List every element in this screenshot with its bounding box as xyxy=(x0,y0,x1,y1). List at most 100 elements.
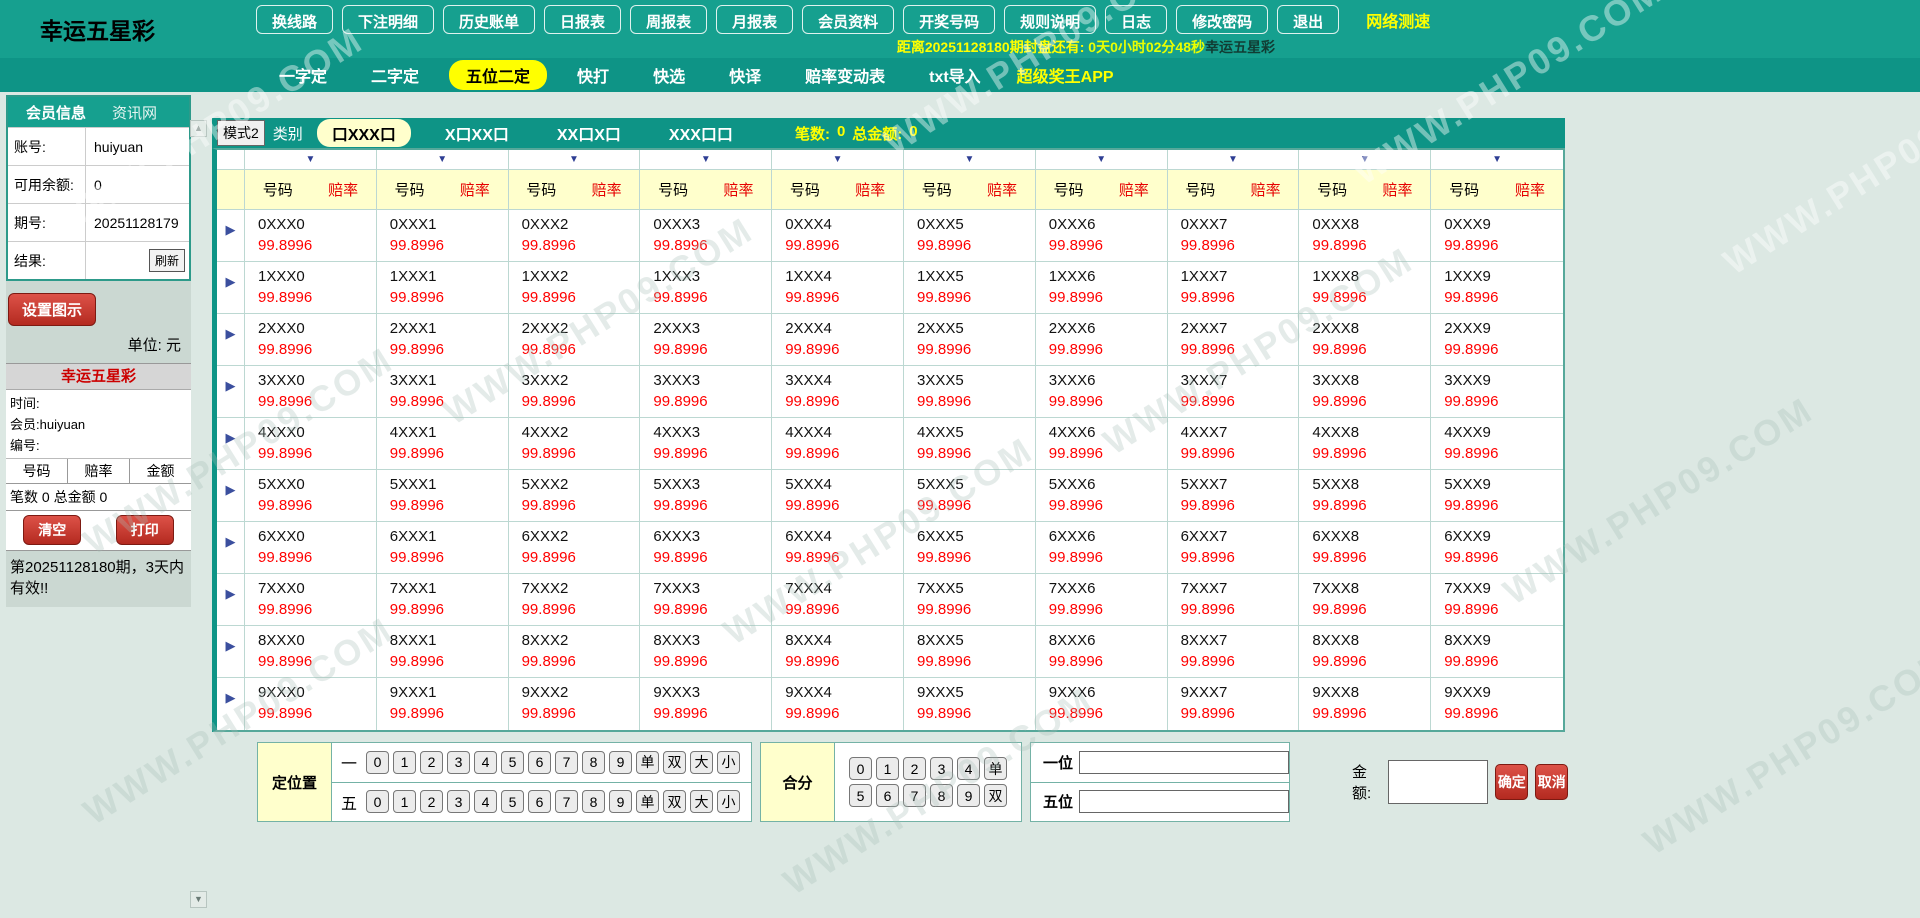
nav-tab-快打[interactable]: 快打 xyxy=(563,60,623,90)
bet-cell-6XXX8[interactable]: 6XXX899.8996 xyxy=(1299,522,1431,574)
confirm-button[interactable]: 确定 xyxy=(1495,764,1528,800)
column-filter-cell[interactable]: ▼ xyxy=(1299,150,1431,170)
bet-cell-8XXX5[interactable]: 8XXX599.8996 xyxy=(904,626,1036,678)
bet-cell-6XXX2[interactable]: 6XXX299.8996 xyxy=(509,522,641,574)
bet-cell-8XXX7[interactable]: 8XXX799.8996 xyxy=(1168,626,1300,678)
bet-cell-5XXX2[interactable]: 5XXX299.8996 xyxy=(509,470,641,522)
bet-cell-3XXX9[interactable]: 3XXX999.8996 xyxy=(1431,366,1563,418)
bet-cell-4XXX4[interactable]: 4XXX499.8996 xyxy=(772,418,904,470)
tab-news[interactable]: 资讯网 xyxy=(112,102,157,123)
mode-button[interactable]: 模式2 xyxy=(217,120,265,146)
position-一-button-大[interactable]: 大 xyxy=(690,751,713,774)
bet-cell-2XXX4[interactable]: 2XXX499.8996 xyxy=(772,314,904,366)
bet-cell-3XXX8[interactable]: 3XXX899.8996 xyxy=(1299,366,1431,418)
bet-cell-5XXX0[interactable]: 5XXX099.8996 xyxy=(245,470,377,522)
bet-cell-4XXX5[interactable]: 4XXX599.8996 xyxy=(904,418,1036,470)
bet-cell-7XXX4[interactable]: 7XXX499.8996 xyxy=(772,574,904,626)
bet-cell-1XXX6[interactable]: 1XXX699.8996 xyxy=(1036,262,1168,314)
amount-input[interactable] xyxy=(1388,760,1488,804)
sum-button-6[interactable]: 6 xyxy=(876,784,899,807)
bet-cell-4XXX9[interactable]: 4XXX999.8996 xyxy=(1431,418,1563,470)
bet-cell-1XXX4[interactable]: 1XXX499.8996 xyxy=(772,262,904,314)
position-五-button-0[interactable]: 0 xyxy=(366,790,389,813)
bet-cell-0XXX6[interactable]: 0XXX699.8996 xyxy=(1036,210,1168,262)
position-一-button-8[interactable]: 8 xyxy=(582,751,605,774)
print-button[interactable]: 打印 xyxy=(116,515,174,545)
nav-tab-五位二定[interactable]: 五位二定 xyxy=(449,60,547,90)
bet-cell-2XXX9[interactable]: 2XXX999.8996 xyxy=(1431,314,1563,366)
position-一-button-双[interactable]: 双 xyxy=(663,751,686,774)
row-marker-cell[interactable]: ▶ xyxy=(217,470,245,522)
menu-button-日报表[interactable]: 日报表 xyxy=(544,5,621,34)
position-一-button-0[interactable]: 0 xyxy=(366,751,389,774)
bet-cell-5XXX1[interactable]: 5XXX199.8996 xyxy=(377,470,509,522)
bet-cell-0XXX0[interactable]: 0XXX099.8996 xyxy=(245,210,377,262)
bet-cell-6XXX3[interactable]: 6XXX399.8996 xyxy=(640,522,772,574)
bet-cell-2XXX1[interactable]: 2XXX199.8996 xyxy=(377,314,509,366)
bet-cell-0XXX3[interactable]: 0XXX399.8996 xyxy=(640,210,772,262)
bet-cell-7XXX3[interactable]: 7XXX399.8996 xyxy=(640,574,772,626)
bet-cell-0XXX1[interactable]: 0XXX199.8996 xyxy=(377,210,509,262)
bet-cell-0XXX4[interactable]: 0XXX499.8996 xyxy=(772,210,904,262)
position-五-button-4[interactable]: 4 xyxy=(474,790,497,813)
position-五-button-6[interactable]: 6 xyxy=(528,790,551,813)
position-一-button-1[interactable]: 1 xyxy=(393,751,416,774)
set-image-button[interactable]: 设置图示 xyxy=(8,293,96,326)
column-filter-cell[interactable]: ▼ xyxy=(1431,150,1563,170)
bet-cell-3XXX3[interactable]: 3XXX399.8996 xyxy=(640,366,772,418)
bet-cell-8XXX4[interactable]: 8XXX499.8996 xyxy=(772,626,904,678)
sum-button-8[interactable]: 8 xyxy=(930,784,953,807)
bet-cell-9XXX6[interactable]: 9XXX699.8996 xyxy=(1036,678,1168,730)
bet-cell-5XXX8[interactable]: 5XXX899.8996 xyxy=(1299,470,1431,522)
bet-cell-8XXX0[interactable]: 8XXX099.8996 xyxy=(245,626,377,678)
bet-cell-9XXX4[interactable]: 9XXX499.8996 xyxy=(772,678,904,730)
bet-cell-5XXX6[interactable]: 5XXX699.8996 xyxy=(1036,470,1168,522)
bet-cell-6XXX4[interactable]: 6XXX499.8996 xyxy=(772,522,904,574)
bet-cell-0XXX8[interactable]: 0XXX899.8996 xyxy=(1299,210,1431,262)
nav-tab-一字定[interactable]: 一字定 xyxy=(265,60,341,90)
bet-cell-8XXX2[interactable]: 8XXX299.8996 xyxy=(509,626,641,678)
bet-cell-7XXX6[interactable]: 7XXX699.8996 xyxy=(1036,574,1168,626)
menu-button-退出[interactable]: 退出 xyxy=(1277,5,1339,34)
menu-button-修改密码[interactable]: 修改密码 xyxy=(1176,5,1268,34)
bet-cell-1XXX5[interactable]: 1XXX599.8996 xyxy=(904,262,1036,314)
column-filter-cell[interactable]: ▼ xyxy=(245,150,377,170)
position-五-button-2[interactable]: 2 xyxy=(420,790,443,813)
bet-cell-5XXX9[interactable]: 5XXX999.8996 xyxy=(1431,470,1563,522)
bet-cell-4XXX6[interactable]: 4XXX699.8996 xyxy=(1036,418,1168,470)
bet-cell-9XXX7[interactable]: 9XXX799.8996 xyxy=(1168,678,1300,730)
category-tab-XXX口口[interactable]: XXX口口 xyxy=(645,119,757,147)
bet-cell-0XXX7[interactable]: 0XXX799.8996 xyxy=(1168,210,1300,262)
bet-cell-3XXX6[interactable]: 3XXX699.8996 xyxy=(1036,366,1168,418)
category-tab-XX口X口[interactable]: XX口X口 xyxy=(533,119,645,147)
bet-cell-9XXX1[interactable]: 9XXX199.8996 xyxy=(377,678,509,730)
row-marker-cell[interactable]: ▶ xyxy=(217,366,245,418)
bet-cell-9XXX8[interactable]: 9XXX899.8996 xyxy=(1299,678,1431,730)
bet-cell-5XXX5[interactable]: 5XXX599.8996 xyxy=(904,470,1036,522)
nav-tab-二字定[interactable]: 二字定 xyxy=(357,60,433,90)
bet-cell-1XXX9[interactable]: 1XXX999.8996 xyxy=(1431,262,1563,314)
bet-cell-9XXX0[interactable]: 9XXX099.8996 xyxy=(245,678,377,730)
category-tab-口XXX口[interactable]: 口XXX口 xyxy=(317,119,411,147)
position-五-button-大[interactable]: 大 xyxy=(690,790,713,813)
bet-cell-6XXX1[interactable]: 6XXX199.8996 xyxy=(377,522,509,574)
position-一-button-3[interactable]: 3 xyxy=(447,751,470,774)
bet-cell-7XXX7[interactable]: 7XXX799.8996 xyxy=(1168,574,1300,626)
bet-cell-9XXX2[interactable]: 9XXX299.8996 xyxy=(509,678,641,730)
position-五-button-小[interactable]: 小 xyxy=(717,790,740,813)
bet-cell-3XXX2[interactable]: 3XXX299.8996 xyxy=(509,366,641,418)
row-marker-cell[interactable]: ▶ xyxy=(217,626,245,678)
column-filter-cell[interactable]: ▼ xyxy=(772,150,904,170)
position-一-button-5[interactable]: 5 xyxy=(501,751,524,774)
menu-button-换线路[interactable]: 换线路 xyxy=(256,5,333,34)
bet-cell-5XXX3[interactable]: 5XXX399.8996 xyxy=(640,470,772,522)
menu-button-日志[interactable]: 日志 xyxy=(1105,5,1167,34)
menu-button-历史账单[interactable]: 历史账单 xyxy=(443,5,535,34)
bet-cell-0XXX2[interactable]: 0XXX299.8996 xyxy=(509,210,641,262)
row-marker-cell[interactable]: ▶ xyxy=(217,574,245,626)
column-filter-cell[interactable]: ▼ xyxy=(1168,150,1300,170)
bet-cell-0XXX9[interactable]: 0XXX999.8996 xyxy=(1431,210,1563,262)
bet-cell-9XXX9[interactable]: 9XXX999.8996 xyxy=(1431,678,1563,730)
cancel-button[interactable]: 取消 xyxy=(1535,764,1568,800)
bet-cell-1XXX3[interactable]: 1XXX399.8996 xyxy=(640,262,772,314)
